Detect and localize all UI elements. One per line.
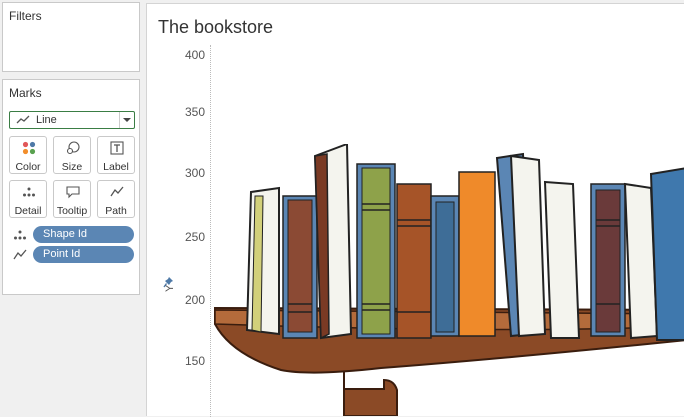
path-button[interactable]: Path — [97, 180, 135, 218]
y-tick-label: 250 — [184, 230, 205, 244]
color-label: Color — [15, 161, 41, 173]
bookshelf-image — [214, 144, 684, 416]
y-tick-label: 200 — [184, 293, 205, 307]
shape-id-pill-label: Shape Id — [43, 228, 88, 240]
size-button[interactable]: Size — [53, 136, 91, 174]
marks-card: Marks Line Color Size Label Detail Toolt… — [2, 79, 140, 295]
point-id-pill-label: Point Id — [43, 248, 81, 260]
y-tick-label: 150 — [184, 354, 205, 368]
shape-id-pill[interactable]: Shape Id — [33, 226, 134, 243]
mark-type-dropdown[interactable]: Line — [9, 111, 135, 129]
view-panel: The bookstore 400 350 300 250 200 150 Y — [146, 3, 684, 417]
point-id-pill[interactable]: Point Id — [33, 246, 134, 263]
left-pane: Filters Marks Line Color Size Label Deta… — [0, 0, 144, 413]
mark-type-value: Line — [36, 114, 57, 126]
detail-label: Detail — [14, 205, 42, 217]
path-label: Path — [105, 205, 127, 217]
detail-dots-icon — [14, 230, 26, 240]
view-title: The bookstore — [158, 17, 274, 37]
detail-button[interactable]: Detail — [9, 180, 47, 218]
filters-title: Filters — [9, 9, 42, 23]
label-button[interactable]: Label — [97, 136, 135, 174]
path-line-icon — [110, 186, 124, 197]
y-axis-label: Y — [164, 284, 176, 292]
tooltip-bubble-icon — [66, 186, 80, 199]
line-mark-icon — [16, 115, 30, 124]
marks-title: Marks — [9, 86, 42, 100]
y-tick-label: 350 — [184, 105, 205, 119]
y-tick-label: 400 — [184, 48, 205, 62]
chevron-down-icon[interactable] — [119, 112, 134, 128]
detail-dots-icon — [23, 187, 35, 197]
size-label: Size — [61, 161, 83, 173]
filters-card[interactable]: Filters — [2, 2, 140, 72]
label-label: Label — [103, 161, 129, 173]
color-button[interactable]: Color — [9, 136, 47, 174]
path-line-icon — [13, 249, 27, 260]
size-circles-icon — [66, 141, 80, 155]
label-text-icon — [110, 141, 124, 155]
y-tick-label: 300 — [184, 166, 205, 180]
tooltip-label: Tooltip — [56, 205, 88, 217]
tooltip-button[interactable]: Tooltip — [53, 180, 91, 218]
color-dots-icon — [22, 141, 36, 155]
